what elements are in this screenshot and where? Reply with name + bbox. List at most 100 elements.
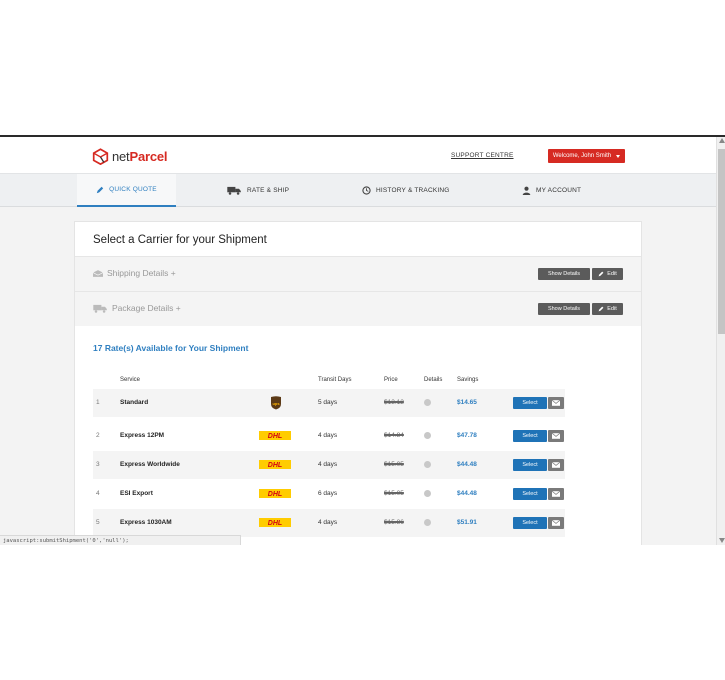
tab-history-tracking[interactable]: HISTORY & TRACKING — [362, 174, 450, 207]
info-icon[interactable] — [424, 519, 431, 526]
show-shipping-details-button[interactable]: Show Details — [538, 268, 590, 280]
email-quote-button[interactable] — [548, 397, 564, 409]
edit-label: Edit — [607, 306, 617, 312]
row-number: 1 — [96, 399, 100, 406]
column-details: Details — [424, 377, 443, 383]
row-number: 5 — [96, 519, 100, 526]
column-savings: Savings — [457, 377, 479, 383]
column-price: Price — [384, 377, 398, 383]
netparcel-logo[interactable]: netParcel — [92, 147, 168, 165]
tab-my-account[interactable]: MY ACCOUNT — [522, 174, 581, 207]
parcel-box-icon — [92, 147, 109, 165]
shipping-details-section: Shipping Details + Show Details Edit — [75, 256, 641, 291]
info-icon[interactable] — [424, 432, 431, 439]
select-carrier-button[interactable]: Select — [513, 430, 547, 442]
pencil-icon — [598, 306, 604, 312]
table-row: DHL 5 Express 1030AM 4 days $15.86 $51.9… — [93, 509, 565, 537]
tab-my-account-label: MY ACCOUNT — [536, 187, 582, 194]
clock-icon — [362, 186, 371, 195]
savings-amount: $51.91 — [457, 519, 477, 526]
column-service: Service — [120, 377, 141, 383]
envelope-icon — [552, 520, 560, 526]
carrier-logo: ups — [270, 396, 282, 412]
table-row: DHL 4 ESI Export 6 days $15.05 $44.48 Se… — [93, 480, 565, 508]
svg-text:DHL: DHL — [268, 433, 282, 440]
edit-label: Edit — [607, 271, 617, 277]
shipping-details-toggle[interactable]: Shipping Details + — [93, 268, 176, 278]
scrollbar-thumb[interactable] — [718, 149, 725, 334]
select-carrier-button[interactable]: Select — [513, 459, 547, 471]
select-carrier-button[interactable]: Select — [513, 488, 547, 500]
scroll-up-arrow-icon[interactable] — [719, 138, 725, 143]
package-details-section: Package Details + Show Details Edit — [75, 291, 641, 326]
transit-days: 4 days — [318, 461, 338, 468]
ups-logo-icon: ups — [271, 396, 281, 410]
original-price: $15.05 — [384, 461, 404, 468]
dhl-logo-icon: DHL — [259, 431, 291, 440]
carrier-logo: DHL — [259, 460, 291, 471]
logo-wordmark: netParcel — [112, 148, 168, 164]
support-centre-link[interactable]: SUPPORT CENTRE — [451, 152, 514, 159]
row-number: 4 — [96, 490, 100, 497]
email-quote-button[interactable] — [548, 459, 564, 471]
main-navigation: QUICK QUOTE RATE & SHIP HISTORY & TRACKI… — [0, 173, 716, 207]
tab-quick-quote[interactable]: QUICK QUOTE — [77, 174, 176, 207]
carrier-logo: DHL — [259, 431, 291, 442]
table-row: DHL 2 Express 12PM 4 days $14.84 $47.78 … — [93, 422, 565, 450]
site-header: netParcel SUPPORT CENTRE Welcome, John S… — [0, 137, 716, 173]
transit-days: 4 days — [318, 519, 338, 526]
envelope-open-icon — [93, 269, 103, 277]
carrier-selection-card: Select a Carrier for your Shipment Shipp… — [74, 221, 642, 545]
savings-amount: $14.65 — [457, 399, 477, 406]
show-package-details-button[interactable]: Show Details — [538, 303, 590, 315]
email-quote-button[interactable] — [548, 488, 564, 500]
original-price: $15.05 — [384, 490, 404, 497]
original-price: $14.84 — [384, 432, 404, 439]
row-number: 3 — [96, 461, 100, 468]
tab-history-label: HISTORY & TRACKING — [376, 187, 450, 194]
carrier-logo: DHL — [259, 489, 291, 500]
svg-text:DHL: DHL — [268, 491, 282, 498]
email-quote-button[interactable] — [548, 517, 564, 529]
svg-text:DHL: DHL — [268, 462, 282, 469]
scroll-down-arrow-icon[interactable] — [719, 538, 725, 543]
envelope-icon — [552, 433, 560, 439]
info-icon[interactable] — [424, 490, 431, 497]
service-name: Express Worldwide — [120, 461, 180, 468]
select-carrier-button[interactable]: Select — [513, 397, 547, 409]
info-icon[interactable] — [424, 461, 431, 468]
original-price: $15.86 — [384, 519, 404, 526]
dhl-logo-icon: DHL — [259, 460, 291, 469]
dhl-logo-icon: DHL — [259, 489, 291, 498]
page-scrollbar[interactable] — [716, 137, 725, 545]
chevron-down-icon — [616, 154, 621, 158]
dhl-logo-icon: DHL — [259, 518, 291, 527]
shipping-details-label: Shipping Details + — [107, 268, 176, 278]
info-icon[interactable] — [424, 399, 431, 406]
logo-parcel-text: Parcel — [129, 148, 168, 164]
welcome-user-dropdown[interactable]: Welcome, John Smith — [548, 149, 625, 163]
service-name: ESI Export — [120, 490, 153, 497]
page-title: Select a Carrier for your Shipment — [93, 234, 267, 246]
savings-amount: $44.48 — [457, 490, 477, 497]
truck-icon — [227, 186, 241, 195]
truck-icon — [93, 304, 107, 313]
email-quote-button[interactable] — [548, 430, 564, 442]
select-carrier-button[interactable]: Select — [513, 517, 547, 529]
user-icon — [522, 186, 531, 195]
tab-rate-ship[interactable]: RATE & SHIP — [227, 174, 289, 207]
original-price: $13.12 — [384, 399, 404, 406]
transit-days: 5 days — [318, 399, 338, 406]
service-name: Express 1030AM — [120, 519, 172, 526]
envelope-icon — [552, 400, 560, 406]
transit-days: 4 days — [318, 432, 338, 439]
table-row: DHL 3 Express Worldwide 4 days $15.05 $4… — [93, 451, 565, 479]
browser-status-bar: javascript:submitShipment('0','null'); — [0, 535, 241, 545]
browser-viewport: netParcel SUPPORT CENTRE Welcome, John S… — [0, 135, 725, 545]
column-transit-days: Transit Days — [318, 377, 352, 383]
edit-shipping-details-button[interactable]: Edit — [592, 268, 623, 280]
package-details-label: Package Details + — [112, 303, 181, 313]
package-details-toggle[interactable]: Package Details + — [93, 303, 181, 313]
edit-package-details-button[interactable]: Edit — [592, 303, 623, 315]
logo-net-text: net — [112, 148, 130, 164]
